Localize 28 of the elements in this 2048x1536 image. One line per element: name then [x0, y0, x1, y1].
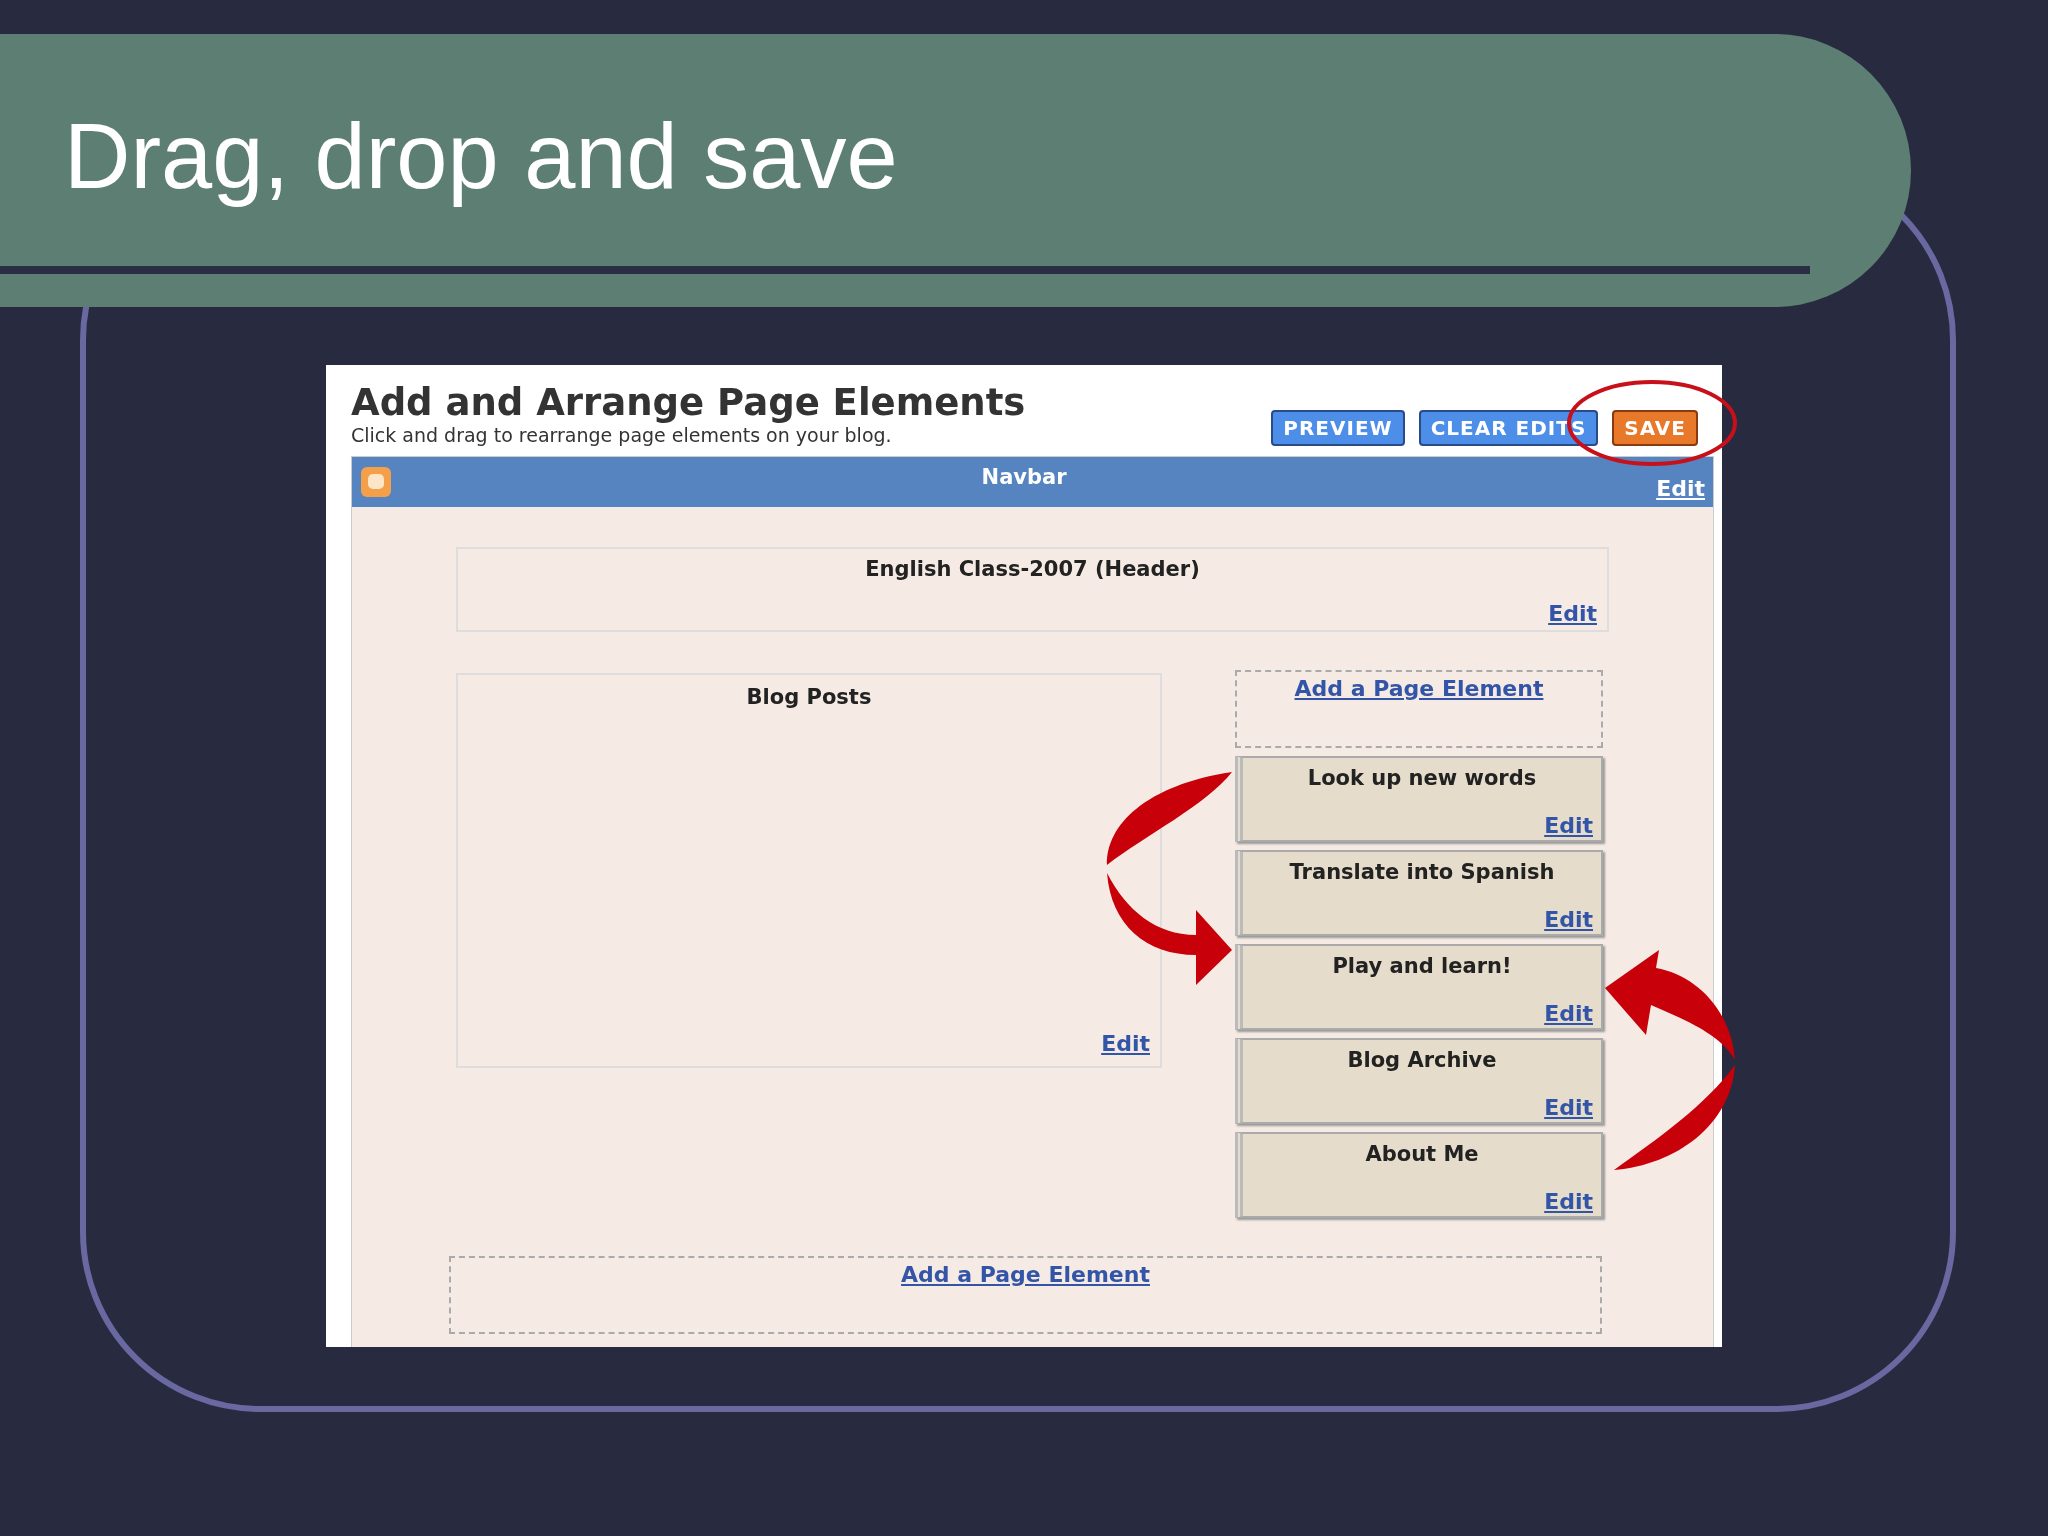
- element-title: Translate into Spanish: [1289, 860, 1555, 884]
- element-title: Blog Posts: [746, 685, 872, 709]
- gadget-element[interactable]: Look up new words Edit: [1235, 756, 1603, 842]
- edit-link[interactable]: Edit: [1544, 1095, 1593, 1120]
- edit-link[interactable]: Edit: [1544, 907, 1593, 932]
- navbar-title: Navbar: [980, 465, 1068, 489]
- element-title: Blog Archive: [1347, 1048, 1497, 1072]
- gadget-element[interactable]: Play and learn! Edit: [1235, 944, 1603, 1030]
- toolbar-button[interactable]: PREVIEW: [1271, 410, 1405, 446]
- gadget-element[interactable]: Translate into Spanish Edit: [1235, 850, 1603, 936]
- edit-link[interactable]: Edit: [1544, 1189, 1593, 1214]
- edit-link[interactable]: Edit: [1548, 601, 1597, 626]
- edit-link[interactable]: Edit: [1101, 1031, 1150, 1056]
- edit-link[interactable]: Edit: [1656, 476, 1705, 501]
- add-element-link[interactable]: Add a Page Element: [901, 1262, 1150, 1287]
- element-title: About Me: [1365, 1142, 1479, 1166]
- gadget-element[interactable]: About Me Edit: [1235, 1132, 1603, 1218]
- element-title: Play and learn!: [1332, 954, 1512, 978]
- page-subtitle: Click and drag to rearrange page elements on your blog.: [351, 424, 893, 446]
- blog-logo-icon: [360, 466, 392, 498]
- edit-link[interactable]: Edit: [1544, 813, 1593, 838]
- element-title: English Class-2007 (Header): [865, 557, 1200, 581]
- add-element-link[interactable]: Add a Page Element: [1294, 676, 1544, 701]
- slide-title: Drag, drop and save: [64, 106, 898, 208]
- element-title: Look up new words: [1307, 766, 1537, 790]
- edit-link[interactable]: Edit: [1544, 1001, 1593, 1026]
- page-heading: Add and Arrange Page Elements: [351, 383, 1026, 424]
- gadget-element[interactable]: Blog Archive Edit: [1235, 1038, 1603, 1124]
